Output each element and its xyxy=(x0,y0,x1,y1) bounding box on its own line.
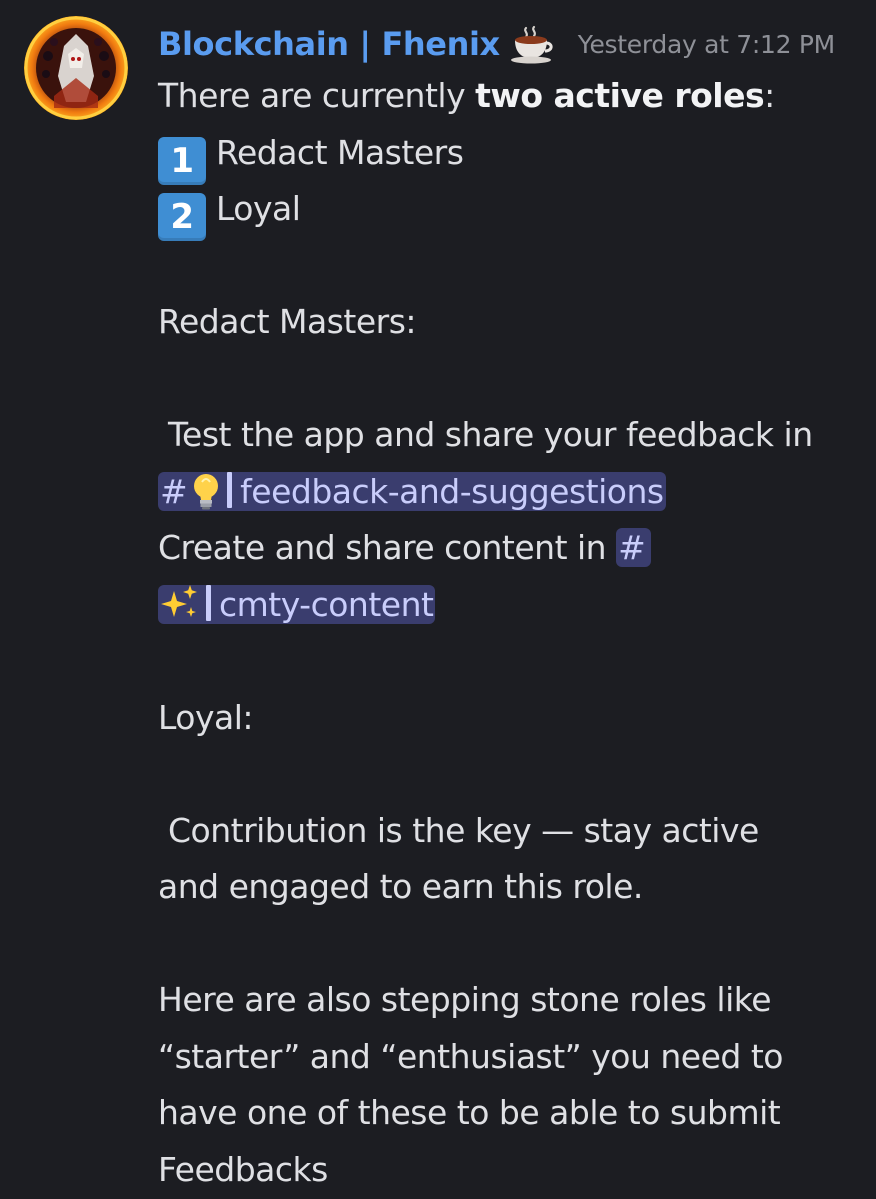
channel-name: cmty-content xyxy=(219,584,434,624)
channel-separator xyxy=(227,471,233,508)
intro-prefix: There are currently xyxy=(158,76,476,115)
redact-heading: Redact Masters: xyxy=(158,302,417,341)
intro-bold: two active roles xyxy=(475,76,765,115)
chat-message: Blockchain | Fhenix Yesterday at 7:12 PM… xyxy=(0,0,876,1199)
stepping-line-4: Feedbacks xyxy=(158,1149,328,1189)
channel-mention-content-cont[interactable]: cmty-content xyxy=(158,584,436,624)
message-timestamp: Yesterday at 7:12 PM xyxy=(577,29,835,59)
intro-line: There are currently two active roles: xyxy=(158,68,858,125)
channel-mention-content[interactable]: # xyxy=(616,528,652,567)
user-avatar[interactable] xyxy=(24,16,128,120)
stepping-line-3: have one of these to be able to submit xyxy=(158,1093,781,1132)
channel-hash-icon: # xyxy=(618,528,646,567)
coffee-cup-icon xyxy=(508,22,556,66)
intro-suffix: : xyxy=(764,76,775,115)
stepping-line-2: “starter” and “enthusiast” you need to xyxy=(158,1036,783,1076)
content-channel-line: cmty-content xyxy=(158,577,858,634)
channel-hash-icon: # xyxy=(160,471,188,511)
create-text: Create and share content in xyxy=(158,528,617,567)
contribution-line-1: Contribution is the key — stay active xyxy=(158,810,759,850)
role-name: Loyal xyxy=(216,189,301,228)
author-name[interactable]: Blockchain | Fhenix xyxy=(158,25,500,63)
lightbulb-icon xyxy=(191,471,221,528)
keycap-one-icon: 1 xyxy=(158,136,206,185)
avatar-image xyxy=(24,16,128,120)
create-line: Create and share content in # xyxy=(158,520,858,577)
sparkles-icon xyxy=(160,583,200,641)
contribution-line-2: and engaged to earn this role. xyxy=(158,867,643,906)
role-list-item: 1 Redact Masters xyxy=(158,125,858,185)
feedback-line: # feedback-and-suggestions xyxy=(158,464,858,521)
channel-mention-feedback[interactable]: # feedback-and-suggestions xyxy=(158,471,666,511)
loyal-heading: Loyal: xyxy=(158,697,254,737)
message-header: Blockchain | Fhenix Yesterday at 7:12 PM xyxy=(158,16,835,72)
message-body: There are currently two active roles: 1R… xyxy=(158,68,858,1198)
channel-name: feedback-and-suggestions xyxy=(240,471,664,511)
role-list-item: 2 Loyal xyxy=(158,181,858,241)
test-text: Test the app and share your feedback in xyxy=(158,415,813,454)
stepping-line-1: Here are also stepping stone roles like xyxy=(158,980,772,1019)
role-name: Redact Masters xyxy=(216,132,464,172)
keycap-two-icon: 2 xyxy=(158,193,206,241)
channel-separator xyxy=(206,584,211,621)
